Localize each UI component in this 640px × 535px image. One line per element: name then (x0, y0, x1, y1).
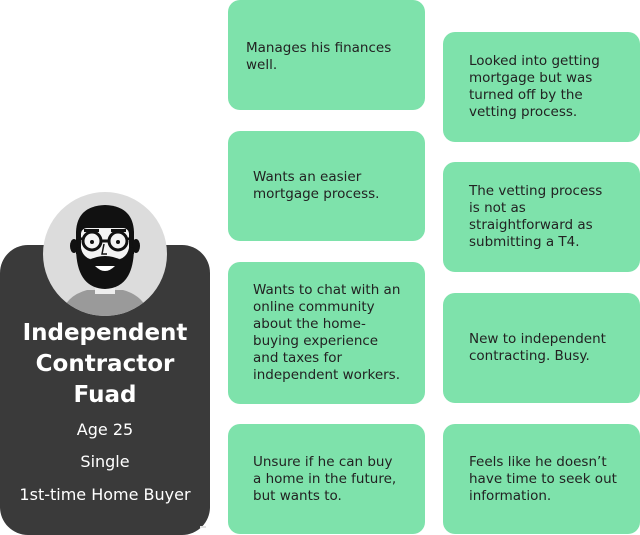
sticky-note-mortgage-vetting: Looked into getting mortgage but was tur… (443, 32, 640, 142)
note-text: New to independent contracting. Busy. (469, 331, 606, 364)
avatar (43, 192, 167, 316)
persona-title-line: Contractor (35, 351, 175, 377)
note-text: Looked into getting mortgage but was tur… (469, 53, 600, 120)
sticky-note-finances: Manages his finances well. (228, 0, 425, 110)
note-text: Manages his finances well. (246, 40, 392, 73)
sticky-note-new-contracting: New to independent contracting. Busy. (443, 293, 640, 403)
sticky-note-unsure: Unsure if he can buy a home in the futur… (228, 424, 425, 534)
sticky-note-no-time: Feels like he doesn’t have time to seek … (443, 424, 640, 534)
note-text: Feels like he doesn’t have time to seek … (469, 453, 617, 504)
persona-buyer-type: 1st-time Home Buyer (19, 485, 191, 504)
persona-title: Independent Contractor Fuad (0, 318, 210, 411)
divider (200, 526, 206, 528)
sticky-note-vetting-t4: The vetting process is not as straightfo… (443, 162, 640, 272)
sticky-note-easier-process: Wants an easier mortgage process. (228, 131, 425, 241)
note-text: Wants to chat with an online community a… (253, 282, 401, 383)
sticky-note-community: Wants to chat with an online community a… (228, 262, 425, 404)
persona-status: Single (80, 452, 130, 471)
persona-age: Age 25 (76, 420, 134, 439)
note-text: Wants an easier mortgage process. (253, 169, 380, 202)
bearded-man-icon (61, 205, 149, 316)
persona-title-line: Independent (22, 320, 188, 346)
note-text: The vetting process is not as straightfo… (469, 183, 603, 250)
note-text: Unsure if he can buy a home in the futur… (253, 453, 397, 504)
persona-name: Fuad (73, 382, 137, 408)
